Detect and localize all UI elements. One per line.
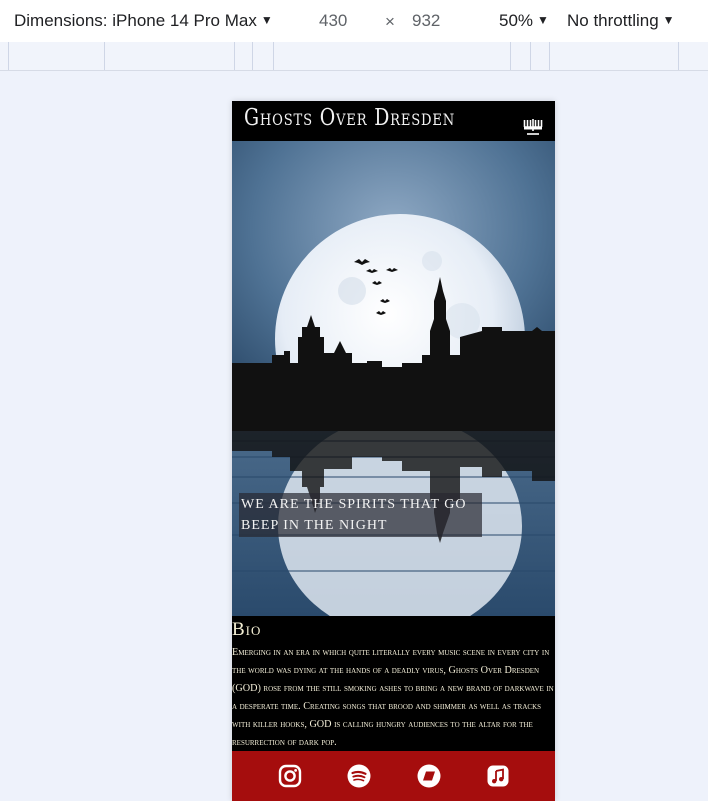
site-title[interactable]: Ghosts Over Dresden bbox=[244, 105, 455, 131]
bio-heading: Bio bbox=[232, 619, 262, 640]
instagram-icon[interactable] bbox=[278, 764, 302, 788]
ruler-mark bbox=[8, 42, 9, 70]
dimensions-label: Dimensions: iPhone 14 Pro Max bbox=[14, 11, 257, 30]
ruler-mark bbox=[252, 42, 253, 70]
width-input[interactable]: 430 bbox=[319, 11, 347, 31]
height-input[interactable]: 932 bbox=[412, 11, 440, 31]
ruler-mark bbox=[104, 42, 105, 70]
throttling-dropdown[interactable]: No throttling ▼ bbox=[567, 11, 675, 31]
menorah-icon[interactable] bbox=[523, 119, 543, 135]
bio-paragraph: Emerging in an era in which quite litera… bbox=[232, 647, 554, 748]
spotify-icon[interactable] bbox=[347, 764, 371, 788]
tagline-text: We are the spirits that go beep in the n… bbox=[241, 497, 467, 533]
times-separator: × bbox=[385, 12, 395, 31]
zoom-label: 50% bbox=[499, 11, 534, 30]
ruler-mark bbox=[549, 42, 550, 70]
ruler-mark bbox=[510, 42, 511, 70]
caret-down-icon: ▼ bbox=[260, 13, 273, 27]
navbar: Ghosts Over Dresden bbox=[232, 101, 555, 141]
caret-down-icon: ▼ bbox=[537, 13, 549, 27]
footer-social-bar bbox=[232, 751, 555, 801]
ruler-mark bbox=[530, 42, 531, 70]
throttling-label: No throttling bbox=[567, 11, 659, 30]
media-query-ruler[interactable] bbox=[0, 42, 708, 71]
ruler-mark bbox=[273, 42, 274, 70]
caret-down-icon: ▼ bbox=[662, 13, 675, 27]
bandcamp-icon[interactable] bbox=[417, 764, 441, 788]
tagline-banner: We are the spirits that go beep in the n… bbox=[239, 493, 482, 537]
hero-image: We are the spirits that go beep in the n… bbox=[232, 141, 555, 616]
zoom-dropdown[interactable]: 50% ▼ bbox=[499, 11, 549, 31]
dimensions-dropdown[interactable]: Dimensions: iPhone 14 Pro Max ▼ bbox=[14, 11, 273, 31]
ruler-mark bbox=[678, 42, 679, 70]
ruler-mark bbox=[234, 42, 235, 70]
device-viewport: Ghosts Over Dresden WE ARE THE SPIRITS T… bbox=[232, 101, 555, 801]
apple-music-icon[interactable] bbox=[486, 764, 510, 788]
bio-section: Bio Emerging in an era in which quite li… bbox=[232, 616, 555, 751]
devtools-toolbar: Dimensions: iPhone 14 Pro Max ▼ 430 × 932… bbox=[0, 0, 708, 43]
